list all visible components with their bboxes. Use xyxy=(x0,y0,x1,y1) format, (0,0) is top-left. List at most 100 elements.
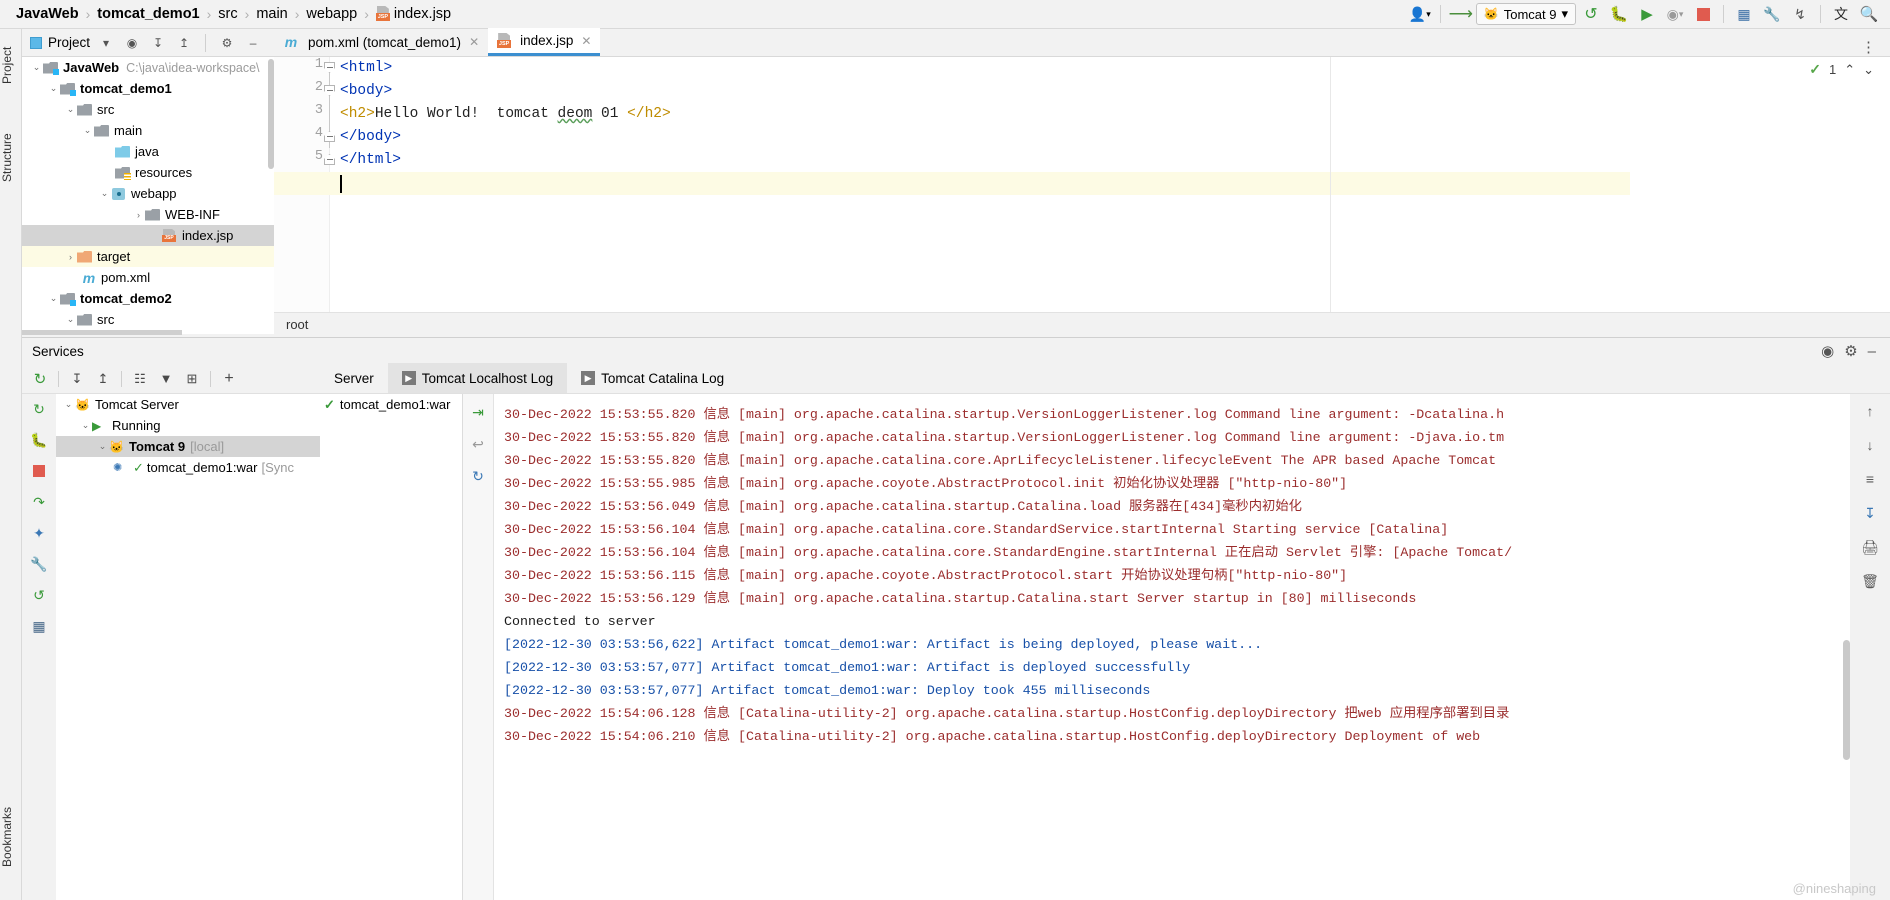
refresh-icon[interactable]: ↺ xyxy=(28,586,50,604)
wrench-icon[interactable]: 🔧 xyxy=(1759,2,1785,26)
tree-row-javaweb[interactable]: ⌄ JavaWeb C:\java\idea-workspace\ xyxy=(22,57,274,78)
tab-server[interactable]: Server xyxy=(320,363,388,393)
collapse-all-icon[interactable]: ↥ xyxy=(91,367,115,391)
code-editor[interactable]: 1 2 3 4 5 6 <html> <body> <h2>Hello Worl… xyxy=(274,57,1890,312)
breadcrumb-item-main[interactable]: main xyxy=(250,6,293,22)
services-row-tomcat-server[interactable]: ⌄ 🐱 Tomcat Server xyxy=(56,394,320,415)
soft-wrap-icon[interactable]: ≡ xyxy=(1859,470,1881,488)
chevron-down-icon[interactable]: ⌄ xyxy=(79,420,92,431)
chevron-down-icon[interactable]: ⌄ xyxy=(64,314,77,325)
hide-icon[interactable]: ‒ xyxy=(243,32,263,54)
tree-row-tomcat-demo2[interactable]: ⌄ tomcat_demo2 xyxy=(22,288,274,309)
updates-icon[interactable]: ▦ xyxy=(1731,2,1757,26)
profiler-icon[interactable]: 👤 ▾ xyxy=(1407,2,1433,26)
tab-pom-xml[interactable]: m pom.xml (tomcat_demo1) ✕ xyxy=(274,28,488,56)
expand-all-icon[interactable]: ↧ xyxy=(148,32,168,54)
tree-row-tomcat-demo1[interactable]: ⌄ tomcat_demo1 xyxy=(22,78,274,99)
edit-configuration-icon[interactable]: ✦ xyxy=(28,524,50,542)
layout-icon[interactable]: ▦ xyxy=(28,617,50,635)
services-row-tomcat-9[interactable]: ⌄ 🐱 Tomcat 9 [local] xyxy=(56,436,320,457)
chevron-down-icon[interactable]: ⌄ xyxy=(47,293,60,304)
tree-row-web-inf[interactable]: › WEB-INF xyxy=(22,204,274,225)
services-row-running[interactable]: ⌄ ▶ Running xyxy=(56,415,320,436)
tool-window-project[interactable]: Project xyxy=(0,35,22,95)
restart-icon[interactable]: ↻ xyxy=(467,467,489,485)
chevron-right-icon[interactable]: › xyxy=(132,210,145,220)
chevron-down-icon[interactable]: ⌄ xyxy=(81,125,94,136)
console-scrollbar[interactable] xyxy=(1843,640,1850,760)
clear-all-icon[interactable]: 🗑 xyxy=(1859,572,1881,590)
tree-row-webapp[interactable]: ⌄ webapp xyxy=(22,183,274,204)
tree-row-src-2[interactable]: ⌄ src xyxy=(22,309,274,330)
filter-icon[interactable]: ▼ xyxy=(154,367,178,391)
search-everywhere-icon[interactable]: 🔍 xyxy=(1856,2,1882,26)
fold-marker-html[interactable] xyxy=(324,62,335,73)
scroll-down-icon[interactable]: ↓ xyxy=(1859,436,1881,454)
stop-icon[interactable] xyxy=(1690,2,1716,26)
chevron-down-icon[interactable]: ⌄ xyxy=(47,83,60,94)
fold-marker-html-end[interactable] xyxy=(324,154,335,165)
chevron-down-icon[interactable]: ⌄ xyxy=(62,399,75,410)
next-error-icon[interactable]: ⌄ xyxy=(1863,62,1874,78)
print-icon[interactable]: 🖨 xyxy=(1859,538,1881,556)
group-by-icon[interactable]: ☷ xyxy=(128,367,152,391)
gear-icon[interactable]: ⚙ xyxy=(1844,342,1857,360)
locate-icon[interactable]: ◉ xyxy=(122,32,142,54)
build-hammer-icon[interactable]: ⟶ xyxy=(1448,2,1474,26)
fold-marker-body-end[interactable] xyxy=(324,131,335,142)
code-content[interactable]: <html> <body> <h2>Hello World! tomcat de… xyxy=(274,57,1890,312)
prev-error-icon[interactable]: ⌃ xyxy=(1844,62,1855,78)
redeploy-icon[interactable]: ↷ xyxy=(28,493,50,511)
breadcrumb-item-webapp[interactable]: webapp xyxy=(300,6,363,22)
chevron-down-icon[interactable]: ⌄ xyxy=(96,441,109,452)
breadcrumb-item-indexjsp[interactable]: index.jsp xyxy=(370,6,457,22)
collapse-all-icon[interactable]: ↥ xyxy=(174,32,194,54)
gear-icon[interactable]: ⋮ xyxy=(1861,38,1890,56)
chevron-right-icon[interactable]: › xyxy=(64,252,77,262)
tab-index-jsp[interactable]: index.jsp ✕ xyxy=(488,28,601,56)
tab-tomcat-catalina-log[interactable]: ▶ Tomcat Catalina Log xyxy=(567,363,738,393)
services-row-artifact[interactable]: ✺ ✓ tomcat_demo1:war [Sync xyxy=(56,457,320,478)
editor-breadcrumb-root[interactable]: root xyxy=(286,317,308,332)
scroll-to-end-icon[interactable]: ↧ xyxy=(1859,504,1881,522)
tree-row-java[interactable]: java xyxy=(22,141,274,162)
stop-icon[interactable] xyxy=(28,462,50,480)
deployment-item-tomcat-demo1-war[interactable]: ✓ tomcat_demo1:war xyxy=(320,394,462,415)
run-with-coverage-icon[interactable]: ▶ xyxy=(1634,2,1660,26)
add-tab-icon[interactable]: ⊞ xyxy=(180,367,204,391)
chevron-down-icon[interactable]: ⌄ xyxy=(30,62,43,73)
tree-row-main[interactable]: ⌄ main xyxy=(22,120,274,141)
rerun-icon[interactable]: ↻ xyxy=(28,400,50,418)
breadcrumb-item-src[interactable]: src xyxy=(212,6,243,22)
expand-all-icon[interactable]: ↧ xyxy=(65,367,89,391)
tree-row-index-jsp[interactable]: index.jsp xyxy=(22,225,274,246)
console-output[interactable]: 30-Dec-2022 15:53:55.820 信息 [main] org.a… xyxy=(494,394,1850,900)
chevron-down-icon[interactable]: ▾ xyxy=(96,32,116,54)
tree-row-resources[interactable]: resources xyxy=(22,162,274,183)
tree-row-src[interactable]: ⌄ src xyxy=(22,99,274,120)
add-service-icon[interactable]: + xyxy=(217,367,241,391)
scroll-to-source-icon[interactable]: ⇥ xyxy=(467,403,489,421)
chevron-down-icon[interactable]: ⌄ xyxy=(64,104,77,115)
run-configuration-selector[interactable]: 🐱 Tomcat 9 ▾ xyxy=(1475,3,1576,25)
debug-icon[interactable]: 🐛 xyxy=(28,431,50,449)
soft-wrap-icon[interactable]: ↩ xyxy=(467,435,489,453)
translate-icon[interactable]: 文 xyxy=(1828,2,1854,26)
deployment-list[interactable]: ✓ tomcat_demo1:war xyxy=(320,394,463,900)
tool-window-structure[interactable]: Structure xyxy=(0,119,22,197)
debug-bug-icon[interactable]: 🐛 xyxy=(1606,2,1632,26)
profile-dropdown-icon[interactable]: ◉ ▾ xyxy=(1662,2,1688,26)
git-branch-icon[interactable]: ↯ xyxy=(1787,2,1813,26)
fold-marker-body[interactable] xyxy=(324,85,335,96)
tab-tomcat-localhost-log[interactable]: ▶ Tomcat Localhost Log xyxy=(387,363,568,393)
gear-icon[interactable]: ⚙ xyxy=(217,32,237,54)
chevron-down-icon[interactable]: ⌄ xyxy=(98,188,111,199)
tree-row-pom-xml[interactable]: m pom.xml xyxy=(22,267,274,288)
breadcrumb-item-javaweb[interactable]: JavaWeb xyxy=(10,6,85,22)
services-tree[interactable]: ⌄ 🐱 Tomcat Server ⌄ ▶ Running ⌄ 🐱 Tomcat… xyxy=(56,394,320,900)
settings-wrench-icon[interactable]: 🔧 xyxy=(28,555,50,573)
rerun-icon[interactable]: ↻ xyxy=(28,367,52,391)
project-tree[interactable]: ⌄ JavaWeb C:\java\idea-workspace\ ⌄ tomc… xyxy=(22,57,274,334)
run-icon[interactable]: ↺ xyxy=(1578,2,1604,26)
panel-splitter[interactable] xyxy=(22,330,182,335)
